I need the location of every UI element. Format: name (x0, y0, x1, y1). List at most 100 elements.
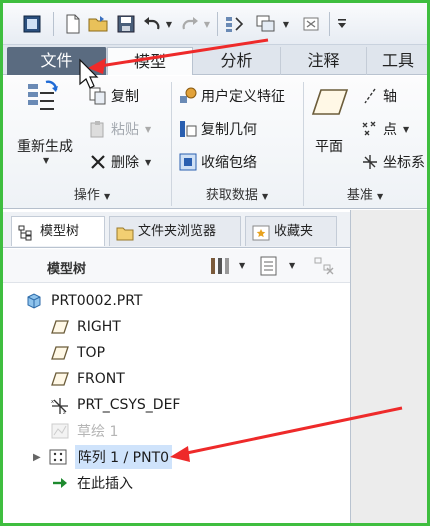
new-file-icon[interactable] (63, 13, 83, 35)
tab-folder-browser[interactable]: 文件夹浏览器 (109, 216, 241, 246)
udf-icon (179, 87, 197, 105)
tab-analysis[interactable]: 分析 (193, 47, 281, 75)
get-data-group-label: 获取数据 (205, 188, 258, 203)
delete-label: 删除 (111, 155, 139, 171)
model-tree-icon (18, 224, 36, 240)
coordinate-system-button[interactable]: 坐标系 (361, 152, 425, 172)
tree-item-csys[interactable]: xz PRT_CSYS_DEF (51, 393, 180, 417)
redo-icon (179, 13, 201, 35)
tree-item-label: PRT0002.PRT (51, 293, 143, 309)
tree-item-top-plane[interactable]: TOP (51, 341, 105, 365)
svg-text:x: x (51, 399, 54, 405)
tree-item-label: 草绘 1 (77, 424, 119, 440)
tab-favorites[interactable]: 收藏夹 (245, 216, 337, 246)
undo-dropdown-icon[interactable]: ▼ (164, 13, 174, 35)
plane-label: 平面 (315, 139, 343, 155)
copy-geometry-button[interactable]: 复制几何 (179, 119, 257, 139)
folder-browser-tab-label: 文件夹浏览器 (138, 223, 217, 239)
copy-button[interactable]: 复制 (89, 86, 139, 106)
tree-item-root-part[interactable]: PRT0002.PRT (25, 289, 143, 313)
tab-file[interactable]: 文件 (7, 47, 107, 75)
tree-item-pattern[interactable]: ▶ 阵列 1 / PNT0 (33, 445, 173, 469)
graphics-area[interactable] (350, 210, 427, 523)
tab-model-tree[interactable]: 模型树 (11, 216, 105, 246)
point-button[interactable]: 点 ▼ (361, 119, 409, 139)
tree-item-sketch[interactable]: 草绘 1 (51, 419, 118, 443)
regenerate-icon (17, 80, 67, 114)
windows-icon[interactable] (255, 13, 277, 35)
paste-button: 粘贴 ▼ (89, 119, 151, 139)
tree-settings-icon[interactable] (209, 256, 231, 280)
csys-icon: xz (51, 397, 69, 416)
model-tree-tab-label: 模型树 (40, 223, 80, 239)
csys-ribbon-icon (361, 153, 379, 171)
shrinkwrap-icon (179, 153, 197, 171)
tab-model[interactable]: 模型 (107, 47, 193, 75)
group-label-operations[interactable]: 操作 ▼ (13, 186, 171, 206)
delete-dropdown-icon[interactable]: ▼ (145, 158, 151, 167)
tree-item-label: 在此插入 (77, 476, 133, 492)
regenerate-button[interactable]: 重新生成 (17, 136, 73, 156)
favorites-icon (252, 224, 270, 240)
tree-item-front-plane[interactable]: FRONT (51, 367, 125, 391)
user-defined-feature-button[interactable]: 用户定义特征 (179, 86, 285, 106)
paste-label: 粘贴 (111, 122, 139, 138)
tree-settings-dropdown-icon[interactable]: ▼ (239, 261, 245, 270)
quick-access-toolbar: ▼ ▼ ▼ (3, 3, 427, 45)
datum-point-icon (361, 120, 379, 138)
tree-item-label: RIGHT (77, 319, 121, 335)
datum-plane-icon (51, 319, 69, 335)
save-icon[interactable] (115, 13, 137, 35)
paste-icon (89, 120, 107, 138)
show-menu-dropdown-icon[interactable]: ▼ (289, 261, 295, 270)
tree-item-insert-here[interactable]: 在此插入 (51, 471, 133, 495)
navigator-tabs: 模型树 文件夹浏览器 收藏夹 (3, 212, 350, 248)
plane-button[interactable]: 平面 (315, 136, 343, 156)
ribbon-model: 重新生成 ▼ 复制 粘贴 ▼ 删除 ▼ 操作 ▼ 用户定义特征 复制几何 收缩包… (3, 76, 427, 209)
copy-icon (89, 87, 107, 105)
tree-item-label: TOP (77, 345, 106, 361)
copy-geometry-label: 复制几何 (201, 122, 257, 138)
tree-filter-icon[interactable] (313, 256, 335, 280)
undo-icon[interactable] (141, 13, 163, 35)
insert-here-arrow-icon (51, 475, 69, 491)
group-label-get-data[interactable]: 获取数据 ▼ (171, 186, 303, 206)
favorites-tab-label: 收藏夹 (274, 223, 314, 239)
pattern-icon (49, 449, 67, 465)
point-dropdown-icon[interactable]: ▼ (403, 125, 409, 134)
axis-label: 轴 (383, 89, 397, 105)
tab-annotate[interactable]: 注释 (281, 47, 367, 75)
copy-geometry-icon (179, 120, 197, 138)
axis-button[interactable]: 轴 (361, 86, 397, 106)
close-window-icon[interactable] (301, 13, 321, 35)
shrinkwrap-button[interactable]: 收缩包络 (179, 152, 257, 172)
delete-button[interactable]: 删除 ▼ (89, 152, 151, 172)
model-tree: PRT0002.PRT RIGHT TOP FRONT xz PRT_CSYS_… (3, 285, 350, 523)
windows-dropdown-icon[interactable]: ▼ (281, 13, 291, 35)
coordinate-system-label: 坐标系 (383, 155, 425, 171)
expand-arrow-icon[interactable]: ▶ (33, 452, 41, 463)
datum-group-label: 基准 (346, 188, 373, 203)
redo-dropdown-icon: ▼ (203, 19, 211, 29)
shrinkwrap-label: 收缩包络 (201, 155, 257, 171)
app-menu-icon[interactable] (21, 13, 43, 35)
tab-tools[interactable]: 工具 (367, 47, 429, 75)
axis-icon (361, 87, 379, 105)
customize-toolbar-icon[interactable] (335, 13, 349, 35)
datum-plane-icon (51, 371, 69, 387)
show-menu-icon[interactable] (259, 256, 279, 280)
group-label-datum[interactable]: 基准 ▼ (303, 186, 427, 206)
model-tree-title: 模型树 (47, 262, 87, 277)
folder-browser-icon (116, 224, 134, 240)
operations-group-label: 操作 (73, 188, 100, 203)
regenerate-quick-icon[interactable] (223, 13, 245, 35)
regenerate-dropdown-icon[interactable]: ▼ (43, 156, 49, 165)
ribbon-tab-bar: 文件 模型 分析 注释 工具 (3, 45, 427, 75)
datum-plane-icon (51, 345, 69, 361)
part-icon (25, 293, 43, 309)
tree-item-label: FRONT (77, 371, 125, 387)
delete-x-icon (89, 153, 107, 171)
tree-item-right-plane[interactable]: RIGHT (51, 315, 121, 339)
open-folder-icon[interactable] (87, 13, 111, 35)
plane-icon (309, 88, 351, 116)
